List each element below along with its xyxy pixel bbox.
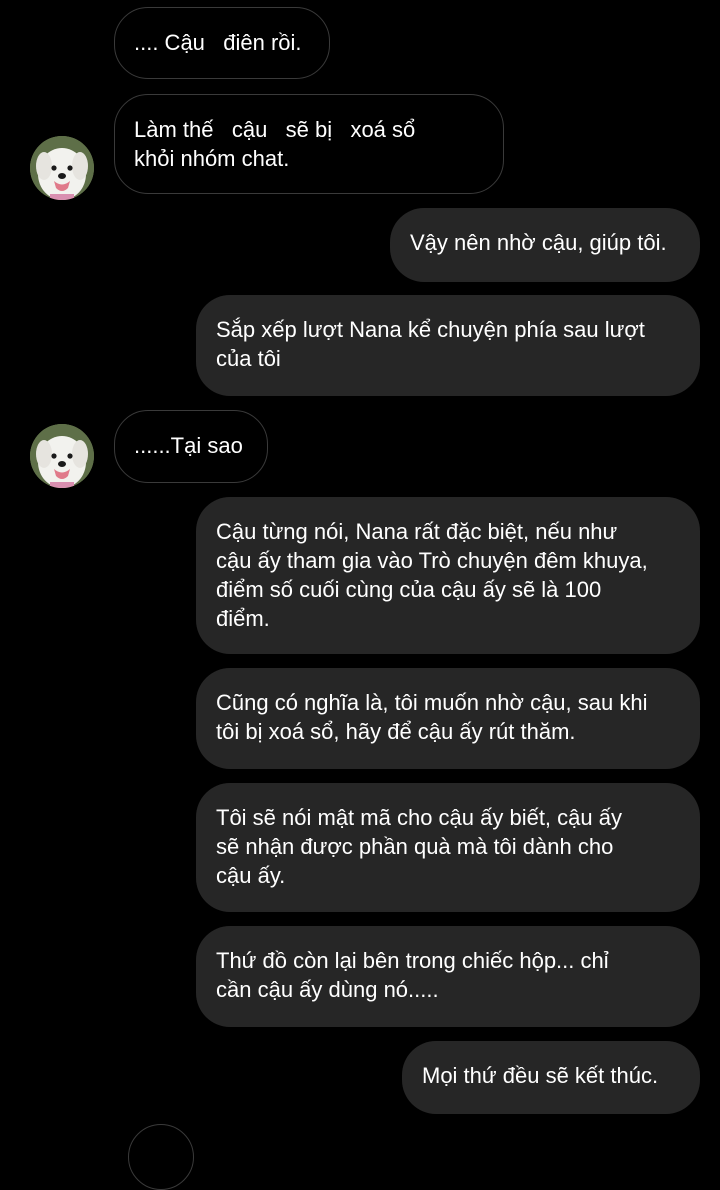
contact-avatar[interactable] [30,424,94,488]
contact-avatar[interactable] [30,136,94,200]
dog-avatar-icon [30,424,94,488]
message-outgoing[interactable]: Tôi sẽ nói mật mã cho cậu ấy biết, cậu ấ… [196,783,700,912]
dog-avatar-icon [30,136,94,200]
message-incoming[interactable]: .... Cậu điên rồi. [114,7,330,79]
message-incoming[interactable]: Làm thế cậu sẽ bị xoá sổ khỏi nhóm chat. [114,94,504,194]
message-incoming[interactable]: ......Tại sao [114,410,268,483]
message-outgoing[interactable]: Sắp xếp lượt Nana kể chuyện phía sau lượ… [196,295,700,396]
message-outgoing[interactable]: Cậu từng nói, Nana rất đặc biệt, nếu như… [196,497,700,654]
message-outgoing[interactable]: Thứ đồ còn lại bên trong chiếc hộp... ch… [196,926,700,1027]
message-outgoing[interactable]: Mọi thứ đều sẽ kết thúc. [402,1041,700,1114]
next-message-peek [128,1124,194,1190]
message-outgoing[interactable]: Vậy nên nhờ cậu, giúp tôi. [390,208,700,282]
message-outgoing[interactable]: Cũng có nghĩa là, tôi muốn nhờ cậu, sau … [196,668,700,769]
